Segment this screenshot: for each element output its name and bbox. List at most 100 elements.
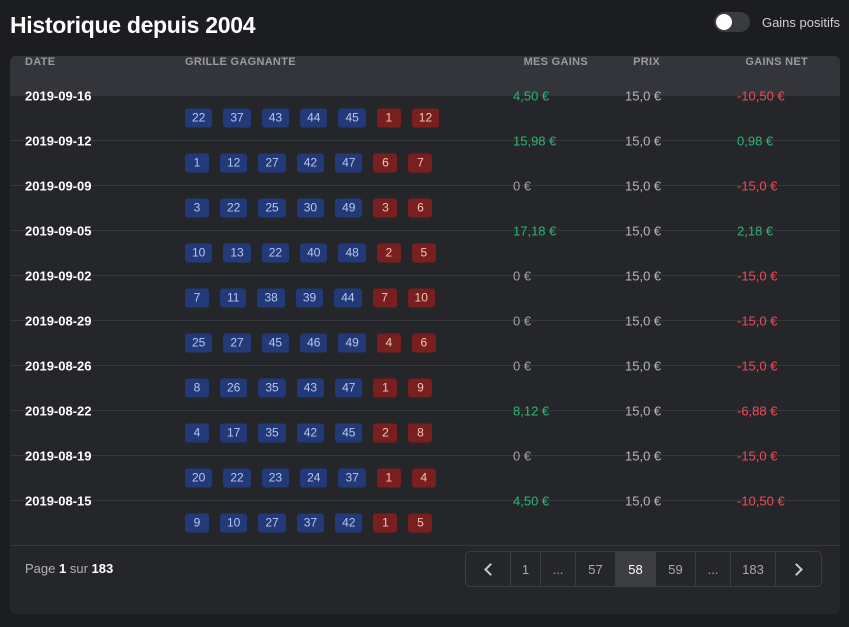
number-ball: 12	[220, 153, 248, 173]
price: 15,0 €	[625, 403, 662, 419]
table-row: 2019-09-16 22 37 43 44 45 1 12 4,50 € 15,0 € -10,5…	[10, 89, 840, 141]
my-gains: 0 €	[513, 313, 532, 329]
number-ball: 24	[300, 468, 328, 488]
page-button[interactable]: 183	[731, 552, 776, 586]
number-ball: 37	[296, 513, 325, 533]
page-separator: sur	[69, 561, 88, 576]
number-ball: 4	[185, 423, 209, 443]
star-ball: 8	[408, 423, 433, 443]
total-pages-number: 183	[91, 561, 114, 576]
winning-grid: 25 27 45 46 49 4 6	[185, 333, 447, 353]
star-ball: 1	[376, 468, 401, 488]
column-header-date[interactable]: DATE	[25, 56, 55, 68]
pagination-ellipsis: ...	[696, 552, 731, 586]
draw-date: 2019-08-19	[25, 448, 92, 464]
table-row: 2019-09-02 7 11 38 39 44 7 10 0 € 15,0 € -15,0 €	[10, 269, 840, 321]
number-ball: 35	[258, 423, 286, 443]
prev-page-button[interactable]	[466, 552, 511, 586]
number-ball: 22	[261, 243, 290, 263]
number-ball: 42	[296, 153, 325, 173]
number-ball: 25	[258, 198, 286, 218]
winning-grid: 3 22 25 30 49 3 6	[185, 198, 443, 218]
page-button[interactable]: 58	[616, 552, 656, 586]
price: 15,0 €	[625, 358, 662, 374]
price: 15,0 €	[625, 493, 662, 509]
page-button[interactable]: 57	[576, 552, 616, 586]
column-header-mes-gains[interactable]: MES GAINS	[480, 56, 588, 68]
net-gains: 0,98 €	[737, 133, 774, 149]
table-row: 2019-09-12 1 12 27 42 47 6 7 15,98 € 15,0 € 0,98 €	[10, 134, 840, 186]
page-button[interactable]: 1	[511, 552, 541, 586]
draw-date: 2019-08-15	[25, 493, 92, 509]
page-title: Historique depuis 2004	[10, 12, 256, 38]
winning-grid: 7 11 38 39 44 7 10	[185, 288, 446, 308]
column-header-gains-net[interactable]: GAINS NET	[660, 56, 808, 68]
my-gains: 17,18 €	[513, 223, 557, 239]
draw-date: 2019-08-29	[25, 313, 92, 329]
column-header-prix[interactable]: PRIX	[588, 56, 660, 68]
net-gains: 2,18 €	[737, 223, 774, 239]
draw-date: 2019-09-16	[25, 88, 92, 104]
number-ball: 44	[300, 108, 328, 128]
number-ball: 48	[338, 243, 366, 263]
price: 15,0 €	[625, 268, 662, 284]
positive-gains-toggle[interactable]	[713, 12, 750, 32]
next-page-button[interactable]	[776, 552, 821, 586]
chevron-right-icon	[790, 562, 803, 576]
my-gains: 15,98 €	[513, 133, 557, 149]
star-ball: 1	[373, 378, 398, 398]
number-ball: 43	[261, 108, 290, 128]
draw-date: 2019-08-26	[25, 358, 92, 374]
table-row: 2019-09-05 10 13 22 40 48 2 5 17,18 € 15,0 € 2,18 …	[10, 224, 840, 276]
table-footer: Page 1 sur 183 1... 57 58 59... 183	[10, 545, 840, 614]
table-row: 2019-08-15 9 10 27 37 42 1 5 4,50 € 15,0 € -10,50 …	[10, 494, 840, 546]
history-table-card: DATE GRILLE GAGNANTE MES GAINS PRIX GAIN…	[10, 56, 840, 614]
number-ball: 27	[258, 153, 286, 173]
pagination-ellipsis: ...	[541, 552, 576, 586]
number-ball: 26	[220, 378, 248, 398]
number-ball: 22	[223, 468, 251, 488]
star-ball: 3	[373, 198, 398, 218]
column-header-grille: GRILLE GAGNANTE	[185, 56, 296, 68]
number-ball: 39	[295, 288, 324, 308]
star-ball: 1	[376, 108, 401, 128]
table-row: 2019-08-22 4 17 35 42 45 2 8 8,12 € 15,0 € -6,88 €	[10, 404, 840, 456]
number-ball: 8	[185, 378, 209, 398]
price: 15,0 €	[625, 448, 662, 464]
number-ball: 35	[258, 378, 286, 398]
number-ball: 13	[223, 243, 251, 263]
number-ball: 9	[185, 513, 209, 533]
net-gains: -15,0 €	[737, 313, 778, 329]
net-gains: -10,50 €	[737, 88, 785, 104]
number-ball: 49	[335, 198, 363, 218]
number-ball: 23	[261, 468, 290, 488]
my-gains: 4,50 €	[513, 493, 550, 509]
draw-date: 2019-09-02	[25, 268, 92, 284]
current-page-number: 1	[59, 561, 67, 576]
net-gains: -15,0 €	[737, 448, 778, 464]
pagination: 1... 57 58 59... 183	[465, 551, 822, 587]
number-ball: 43	[296, 378, 325, 398]
star-ball: 7	[372, 288, 397, 308]
number-ball: 10	[185, 243, 213, 263]
my-gains: 4,50 €	[513, 88, 550, 104]
number-ball: 17	[220, 423, 248, 443]
toggle-label: Gains positifs	[761, 14, 840, 30]
table-row: 2019-08-26 8 26 35 43 47 1 9 0 € 15,0 € -15,0 €	[10, 359, 840, 411]
page-prefix: Page	[25, 561, 56, 576]
draw-date: 2019-09-05	[25, 223, 92, 239]
star-ball: 5	[408, 513, 433, 533]
number-ball: 38	[257, 288, 285, 308]
my-gains: 8,12 €	[513, 403, 550, 419]
number-ball: 7	[185, 288, 209, 308]
draw-date: 2019-09-12	[25, 133, 92, 149]
chevron-left-icon	[483, 562, 497, 576]
star-ball: 12	[411, 108, 440, 128]
number-ball: 27	[258, 513, 286, 533]
number-ball: 47	[335, 153, 363, 173]
winning-grid: 9 10 27 37 42 1 5	[185, 513, 443, 533]
toggle-knob	[715, 14, 732, 30]
draw-date: 2019-08-22	[25, 403, 92, 419]
table-header: DATE GRILLE GAGNANTE MES GAINS PRIX GAIN…	[10, 56, 840, 96]
page-button[interactable]: 59	[656, 552, 696, 586]
